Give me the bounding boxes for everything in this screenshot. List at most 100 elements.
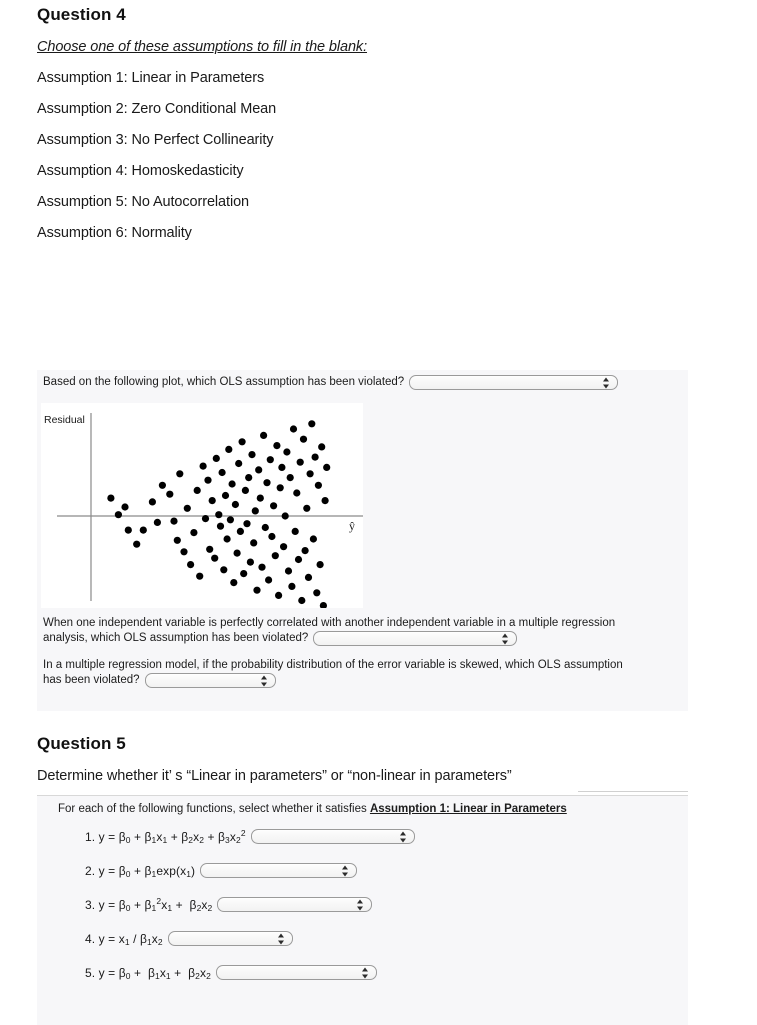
quiz-item-plot-prompt: Based on the following plot, which OLS a… — [43, 376, 405, 388]
plot-point — [268, 532, 276, 541]
plot-point — [225, 445, 233, 453]
plot-point — [208, 497, 216, 505]
plot-point — [283, 448, 291, 456]
plot-point — [316, 561, 324, 569]
plot-point — [288, 582, 296, 590]
equation-4-select[interactable] — [167, 931, 293, 946]
plot-point — [223, 535, 231, 543]
plot-point — [173, 536, 181, 544]
plot-point — [218, 468, 226, 477]
plot-point — [280, 543, 288, 551]
plot-point — [321, 497, 329, 505]
select-arrows-icon — [399, 831, 407, 842]
plot-point — [299, 435, 308, 443]
assumption-item-2: Assumption 2: Zero Conditional Mean — [37, 101, 277, 117]
question-4-quiz-panel: Based on the following plot, which OLS a… — [37, 370, 688, 711]
plot-point — [158, 481, 166, 489]
question-5-prompt: Determine whether it’ s “Linear in param… — [37, 768, 512, 784]
plot-point — [206, 545, 214, 553]
select-arrows-icon — [260, 675, 268, 686]
equation-5-select[interactable] — [215, 965, 377, 980]
question-4-subheading: Choose one of these assumptions to fill … — [37, 39, 368, 55]
plot-point — [298, 596, 306, 605]
quiz-item-collinearity: When one independent variable is perfect… — [43, 616, 683, 646]
plot-point — [193, 486, 201, 494]
plot-point — [301, 547, 309, 555]
plot-point — [231, 500, 239, 509]
plot-point — [309, 535, 317, 543]
plot-point — [273, 442, 281, 450]
plot-point — [201, 515, 210, 523]
plot-x-axis-label: ŷ — [349, 519, 355, 533]
equation-row-5: 5. y = β0 + β1x1 + β2x2 — [85, 965, 377, 982]
plot-point — [260, 431, 268, 439]
plot-point — [243, 520, 251, 528]
plot-point — [304, 573, 313, 581]
plot-point — [256, 494, 264, 502]
equation-1-select[interactable] — [250, 829, 415, 844]
plot-point — [170, 517, 178, 525]
equation-row-3: 3. y = β0 + β12x1 + β2x2 — [85, 896, 373, 913]
plot-point — [230, 579, 238, 587]
residual-scatter-plot: Residual ŷ — [41, 403, 363, 608]
equation-number-5: 5. y = β0 + β1x1 + β2x2 — [85, 965, 211, 982]
plot-assumption-select[interactable] — [409, 375, 619, 390]
question-5-panel-title: For each of the following functions, sel… — [58, 803, 567, 815]
plot-point — [270, 502, 278, 510]
assumption-item-6: Assumption 6: Normality — [37, 225, 192, 241]
plot-point — [286, 474, 294, 482]
plot-point — [261, 523, 269, 532]
plot-point — [121, 503, 129, 511]
plot-point — [124, 526, 132, 534]
plot-point — [303, 504, 311, 512]
plot-point — [245, 474, 253, 482]
plot-point — [251, 507, 259, 515]
plot-point — [296, 458, 304, 466]
plot-point — [215, 511, 223, 519]
plot-point — [226, 516, 234, 524]
plot-point — [183, 504, 191, 512]
select-arrows-icon — [277, 933, 285, 944]
assumption-item-4: Assumption 4: Homoskedasticity — [37, 163, 244, 179]
plot-point — [318, 443, 326, 451]
plot-point — [265, 576, 273, 584]
plot-point — [148, 498, 156, 506]
collinearity-assumption-select[interactable] — [313, 631, 518, 646]
plot-point — [246, 558, 254, 566]
panel-top-hairline — [578, 791, 688, 792]
quiz-item-skewness-prompt-line1: In a multiple regression model, if the p… — [43, 659, 623, 671]
plot-point — [233, 549, 241, 557]
plot-point — [187, 561, 195, 569]
plot-point — [153, 518, 161, 526]
plot-point — [281, 512, 289, 520]
plot-point — [271, 552, 279, 560]
plot-point — [255, 466, 263, 474]
equation-3-select[interactable] — [217, 897, 373, 912]
plot-point — [190, 529, 198, 537]
plot-point — [240, 570, 248, 578]
plot-point — [236, 527, 244, 535]
plot-point — [107, 494, 115, 502]
select-arrows-icon — [361, 967, 369, 978]
skewness-assumption-select[interactable] — [144, 673, 276, 688]
select-arrows-icon — [342, 865, 349, 876]
plot-point — [139, 526, 147, 534]
plot-point — [176, 470, 184, 478]
plot-point — [180, 548, 188, 556]
plot-point — [275, 591, 283, 599]
plot-point — [216, 522, 225, 530]
plot-point — [133, 540, 141, 548]
quiz-item-skewness-prompt-line2: has been violated? — [43, 674, 140, 686]
select-arrows-icon — [603, 377, 610, 388]
assumption-item-5: Assumption 5: No Autocorrelation — [37, 194, 249, 210]
plot-point — [235, 459, 243, 468]
question-4-heading: Question 4 — [37, 5, 126, 24]
quiz-item-skewness: In a multiple regression model, if the p… — [43, 658, 683, 688]
plot-point — [311, 453, 319, 461]
plot-point — [323, 463, 331, 471]
question-5-quiz-panel: For each of the following functions, sel… — [37, 795, 688, 1025]
plot-point — [196, 572, 204, 580]
equation-number-2: 2. y = β0 + β1exp(x1) — [85, 863, 196, 880]
select-arrows-icon — [357, 899, 364, 910]
equation-2-select[interactable] — [200, 863, 358, 878]
